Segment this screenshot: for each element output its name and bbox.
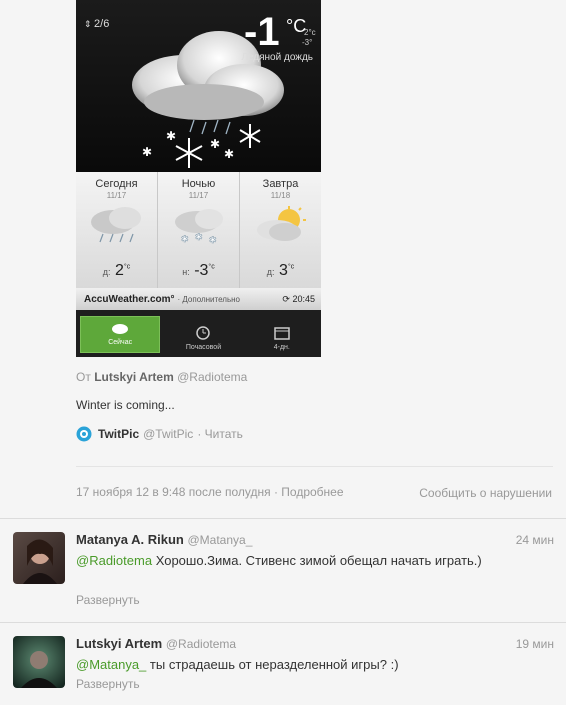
forecast-night: Ночью 11/17 ✱ ✱ ✱ н: -3°c — [158, 172, 240, 288]
weather-screenshot-image[interactable]: ⇕ 2/6 ✱ ✱ ✱ ✱ -1 °C 2°c -3° Ледяной дожд… — [76, 0, 321, 357]
cloud-tab-icon — [112, 324, 129, 334]
more-link: · Дополнительно — [177, 294, 240, 304]
divider — [0, 518, 566, 519]
report-link[interactable]: Сообщить о нарушении — [419, 486, 552, 500]
temperature-high: 2°c — [304, 28, 316, 37]
tab-now: Сейчас — [80, 316, 161, 353]
forecast-row: Сегодня 11/17 д: 2°c Ночью 11/17 ✱ ✱ ✱ н: … — [76, 172, 321, 288]
reply-header: Lutskyi Artem @Radiotema — [76, 636, 236, 651]
clock-icon — [196, 326, 211, 340]
sun-cloud-icon — [256, 206, 306, 241]
reply-author-link[interactable]: Matanya A. Rikun — [76, 532, 184, 547]
reply-handle-link[interactable]: @Matanya_ — [188, 533, 253, 547]
temperature-low: -3° — [302, 38, 313, 47]
mention-link[interactable]: @Radiotema — [76, 553, 152, 568]
divider — [76, 466, 553, 467]
divider — [0, 622, 566, 623]
accuweather-bar: AccuWeather.com° · Дополнительно ⟳ 20:45 — [76, 288, 321, 310]
reply-time[interactable]: 24 мин — [516, 533, 554, 547]
forecast-tomorrow: Завтра 11/18 д: 3°c — [240, 172, 321, 288]
svg-text:✱: ✱ — [142, 145, 152, 159]
tweet-source: TwitPic @TwitPic · Читать — [76, 426, 243, 442]
avatar-portrait — [23, 539, 57, 584]
refresh-icon: ⟳ — [282, 293, 293, 304]
source-handle-link[interactable]: @TwitPic — [143, 427, 193, 441]
cloud-sleet-icon — [90, 207, 141, 243]
svg-text:✱: ✱ — [181, 234, 189, 244]
weather-condition: Ледяной дождь — [241, 52, 313, 63]
details-link[interactable]: · Подробнее — [274, 485, 344, 499]
update-time: ⟳ 20:45 — [282, 293, 315, 304]
author-name-link[interactable]: Lutskyi Artem — [94, 370, 174, 384]
reply-author-link[interactable]: Lutskyi Artem — [76, 636, 162, 651]
source-name-link[interactable]: TwitPic — [98, 427, 139, 441]
avatar-portrait — [21, 651, 57, 688]
page-indicator: ⇕ 2/6 — [84, 18, 110, 30]
cloud-snow-small-icon: ✱ ✱ ✱ — [174, 209, 223, 245]
weather-current-panel: ⇕ 2/6 ✱ ✱ ✱ ✱ -1 °C 2°c -3° Ледяной дожд… — [76, 0, 321, 172]
current-temperature: -1 — [244, 10, 280, 54]
forecast-today: Сегодня 11/17 д: 2°c — [76, 172, 158, 288]
mention-link[interactable]: @Matanya_ — [76, 657, 146, 672]
svg-text:✱: ✱ — [209, 235, 217, 245]
tab-hourly: Почасовой — [164, 310, 242, 357]
weather-tabs: Сейчас Почасовой 4-дн. — [76, 310, 321, 357]
avatar[interactable] — [13, 636, 65, 688]
author-handle-link[interactable]: @Radiotema — [177, 370, 247, 384]
tab-4day: 4-дн. — [243, 310, 321, 357]
reply-text: @Radiotema Хорошо.Зима. Стивенс зимой об… — [76, 553, 482, 568]
reply-time[interactable]: 19 мин — [516, 637, 554, 651]
svg-text:✱: ✱ — [195, 232, 203, 242]
calendar-icon — [274, 327, 290, 340]
accuweather-logo: AccuWeather.com° — [84, 293, 175, 305]
tweet-attribution: От Lutskyi Artem @Radiotema — [76, 370, 248, 384]
reply-header: Matanya A. Rikun @Matanya_ — [76, 532, 252, 547]
expand-link[interactable]: Развернуть — [76, 677, 140, 691]
svg-text:✱: ✱ — [224, 147, 234, 161]
svg-text:✱: ✱ — [166, 129, 176, 143]
tweet-timestamp: 17 ноября 12 в 9:48 после полудня · Подр… — [76, 485, 344, 499]
arrow-updown-icon: ⇕ — [84, 19, 95, 29]
reply-handle-link[interactable]: @Radiotema — [166, 637, 236, 651]
timestamp-link[interactable]: 17 ноября 12 в 9:48 после полудня — [76, 485, 271, 499]
reply-text: @Matanya_ ты страдаешь от неразделенной … — [76, 657, 399, 672]
tweet-text: Winter is coming... — [76, 398, 175, 412]
avatar[interactable] — [13, 532, 65, 584]
read-link[interactable]: · Читать — [197, 427, 243, 441]
expand-link[interactable]: Развернуть — [76, 593, 140, 607]
twitpic-icon — [76, 426, 92, 442]
svg-text:✱: ✱ — [210, 137, 220, 151]
